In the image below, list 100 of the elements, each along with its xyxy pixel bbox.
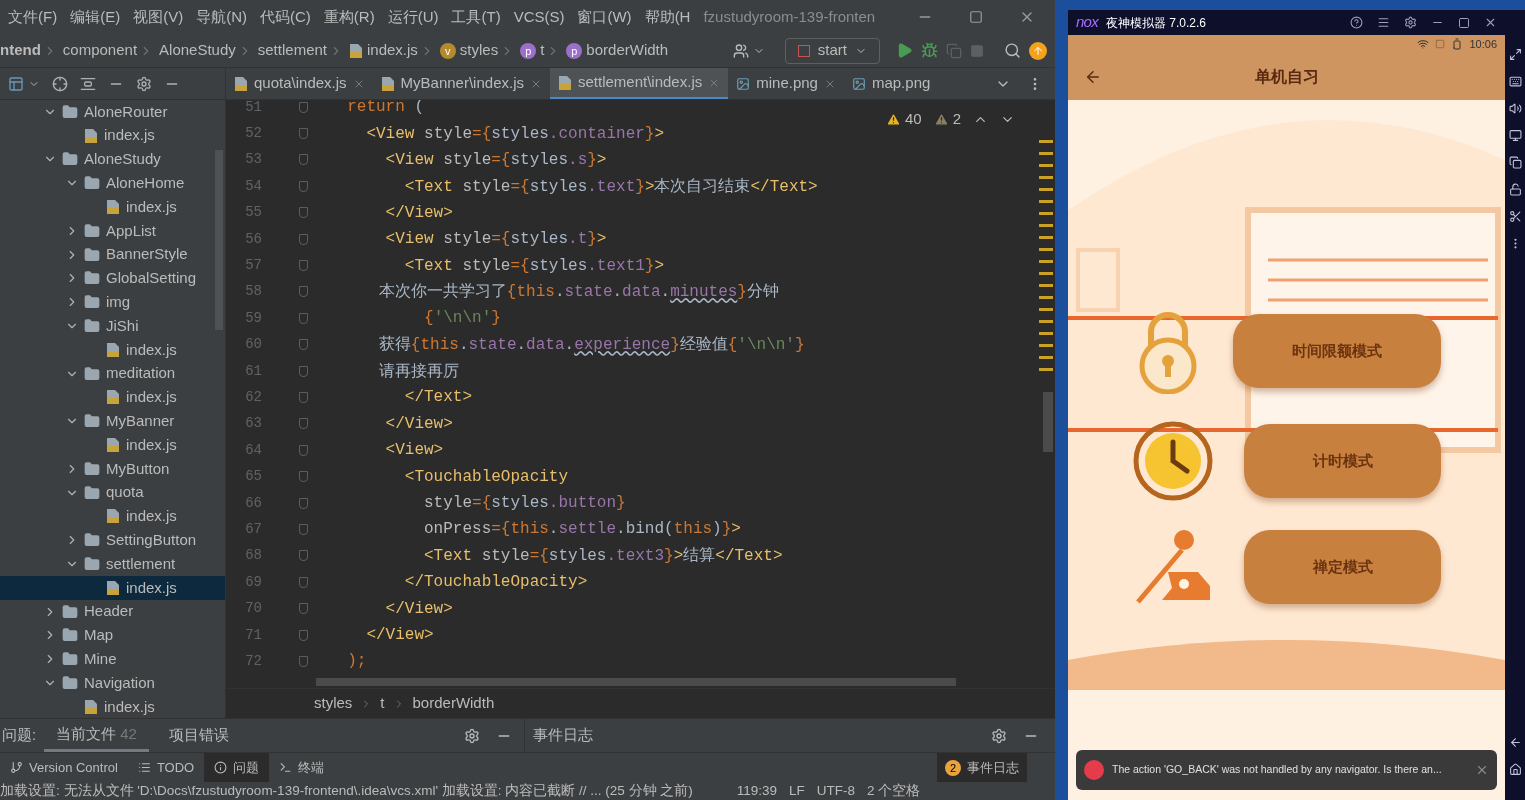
menu-item[interactable]: 重构(R) [323, 5, 375, 29]
tool-window-button[interactable]: TODO [127, 753, 205, 782]
tree-item[interactable]: index.js [0, 337, 225, 362]
settings-icon[interactable] [1404, 16, 1417, 29]
menu-item[interactable]: 工具(T) [451, 5, 501, 29]
run-config-dropdown[interactable]: start [784, 37, 880, 64]
tool-window-button[interactable]: Version Control [0, 753, 128, 782]
tree-item[interactable]: index.js [0, 195, 225, 219]
tree-item[interactable]: index.js [0, 694, 225, 718]
mode-button[interactable]: 计时模式 [1244, 424, 1441, 498]
horizontal-scrollbar-thumb[interactable] [316, 678, 956, 686]
fold-marker-icon[interactable] [298, 286, 308, 298]
fold-marker-icon[interactable] [298, 497, 308, 509]
tree-item[interactable]: AppList [0, 219, 225, 243]
tree-item[interactable]: quota [0, 480, 225, 505]
weak-warning-icon[interactable] [933, 111, 949, 127]
screen-icon[interactable] [1508, 129, 1522, 142]
fold-marker-icon[interactable] [298, 339, 308, 351]
file-encoding[interactable]: UTF-8 [816, 782, 856, 800]
close-icon[interactable] [1475, 763, 1489, 777]
menu-item[interactable]: 窗口(W) [577, 5, 632, 29]
warning-count[interactable]: 40 [904, 108, 922, 131]
fold-marker-icon[interactable] [298, 180, 308, 192]
panel-tab[interactable]: 当前文件 42 [44, 719, 149, 752]
fold-marker-icon[interactable] [298, 392, 308, 403]
tree-item[interactable]: settlement [0, 552, 225, 576]
warning-icon[interactable] [885, 111, 901, 127]
settings-icon[interactable] [136, 75, 152, 92]
fullscreen-icon[interactable] [1508, 48, 1522, 61]
home-icon[interactable] [1508, 763, 1522, 776]
maximize-icon[interactable] [969, 10, 983, 24]
panel-tab[interactable]: 项目错误 [156, 719, 241, 752]
tree-item[interactable]: Map [0, 623, 225, 648]
settings-icon[interactable] [991, 727, 1007, 744]
tree-item[interactable]: index.js [0, 433, 225, 457]
menu-item[interactable]: 视图(V) [133, 5, 184, 29]
tool-window-button[interactable]: 2 事件日志 [937, 753, 1027, 782]
stop-icon[interactable] [970, 43, 984, 58]
volume-icon[interactable] [1508, 102, 1522, 115]
tree-item[interactable]: index.js [0, 575, 225, 600]
tree-item[interactable]: index.js [0, 385, 225, 410]
fold-marker-icon[interactable] [298, 312, 308, 324]
tree-item[interactable]: img [0, 290, 225, 315]
breadcrumb[interactable]: borderWidth [586, 39, 669, 62]
tool-window-button[interactable]: 问题 [204, 753, 270, 782]
menu-item[interactable]: 代码(C) [260, 5, 311, 29]
fold-marker-icon[interactable] [298, 523, 308, 535]
tree-item[interactable]: JiShi [0, 314, 225, 338]
breadcrumb[interactable]: index.js [367, 39, 418, 62]
breadcrumb[interactable]: ntend [0, 39, 41, 62]
fold-marker-icon[interactable] [298, 471, 308, 483]
editor-tab[interactable]: map.png [843, 68, 939, 99]
status-message[interactable]: 加载设置: 无法从文件 'D:\Docs\fzustudyroom-139-frontend\.idea\vcs.xml' 加载设置: 内容已截断 // ... (25 分钟 之前) [0, 782, 693, 800]
tree-item[interactable]: MyBanner [0, 409, 225, 434]
fold-marker-icon[interactable] [298, 260, 308, 272]
tree-item[interactable]: Header [0, 599, 225, 624]
menu-icon[interactable] [1377, 16, 1390, 29]
fold-marker-icon[interactable] [298, 550, 308, 562]
fold-marker-icon[interactable] [298, 444, 308, 456]
breadcrumb[interactable]: borderWidth [412, 692, 495, 715]
breadcrumb[interactable]: styles [459, 39, 499, 62]
breadcrumb[interactable]: styles [314, 692, 353, 715]
mode-button[interactable]: 禅定模式 [1244, 530, 1441, 604]
fold-marker-icon[interactable] [298, 365, 308, 377]
fold-marker-icon[interactable] [298, 576, 308, 588]
menu-item[interactable]: VCS(S) [513, 5, 565, 29]
editor-tab[interactable]: settlement\index.js [550, 68, 729, 99]
run-icon[interactable] [896, 42, 913, 59]
caret-position[interactable]: 119:39 [736, 782, 778, 800]
expand-all-icon[interactable] [80, 75, 96, 92]
editor-tab[interactable]: mine.png [728, 68, 844, 99]
attach-icon[interactable] [946, 42, 962, 59]
tree-item[interactable]: index.js [0, 123, 225, 148]
menu-item[interactable]: 运行(U) [387, 5, 439, 29]
breadcrumb[interactable]: AloneStudy [159, 39, 236, 62]
help-icon[interactable] [1350, 16, 1363, 29]
indent-setting[interactable]: 2 个空格 [867, 782, 921, 800]
tree-item[interactable]: AloneStudy [0, 147, 225, 172]
tool-window-button[interactable]: 终端 [269, 753, 335, 782]
menu-item[interactable]: 导航(N) [196, 5, 247, 29]
breadcrumb[interactable]: settlement [257, 39, 327, 62]
tree-item[interactable]: index.js [0, 504, 225, 529]
tree-item[interactable]: Mine [0, 647, 225, 672]
mode-button[interactable]: 时间限额模式 [1233, 314, 1441, 388]
settings-icon[interactable] [464, 727, 480, 744]
back-icon[interactable] [1508, 736, 1522, 749]
tree-item[interactable]: Navigation [0, 671, 225, 695]
tree-item[interactable]: meditation [0, 361, 225, 386]
fold-marker-icon[interactable] [298, 629, 308, 641]
keyboard-icon[interactable] [1508, 75, 1522, 88]
debug-icon[interactable] [921, 42, 938, 59]
menu-item[interactable]: 编辑(E) [70, 5, 121, 29]
breadcrumb[interactable]: t [540, 39, 545, 62]
fold-marker-icon[interactable] [298, 128, 308, 140]
locate-icon[interactable] [52, 75, 68, 92]
update-icon[interactable] [1029, 41, 1047, 60]
fold-marker-icon[interactable] [298, 154, 308, 166]
weak-warning-count[interactable]: 2 [952, 108, 961, 131]
scissors-icon[interactable] [1508, 210, 1522, 223]
fold-marker-icon[interactable] [298, 207, 308, 219]
